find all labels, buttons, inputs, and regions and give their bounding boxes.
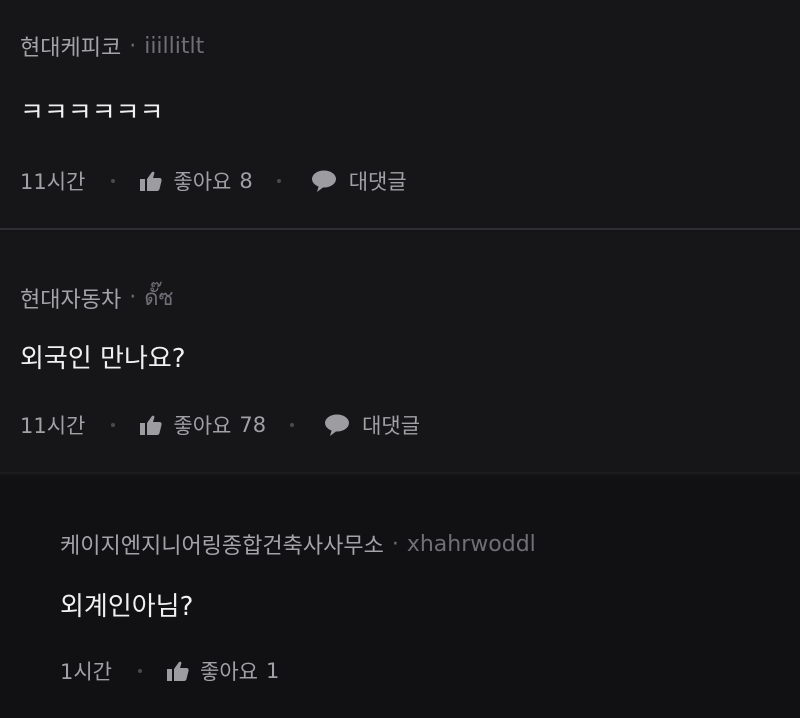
- action-separator-dot: [276, 179, 281, 183]
- speech-bubble-icon: [324, 413, 350, 437]
- comment-feed: 현대케피코 · iiillitlt ㅋㅋㅋㅋㅋㅋ 11시간 좋아요 8 대댓글: [0, 0, 800, 718]
- comment-actions: 1시간 좋아요 1: [60, 656, 279, 686]
- like-count: 8: [239, 169, 253, 193]
- comment-header: 케이지엔지니어링종합건축사사무소 · xhahrwoddl: [60, 528, 536, 560]
- comment-header: 현대자동차 · ดั๊ซ: [20, 280, 173, 315]
- like-button[interactable]: 좋아요 1: [166, 656, 279, 686]
- action-separator-dot: [111, 179, 116, 183]
- author-handle: ดั๊ซ: [144, 286, 174, 311]
- like-button[interactable]: 좋아요 8: [139, 166, 253, 196]
- meta-separator: ·: [129, 33, 137, 59]
- comment-item: 현대자동차 · ดั๊ซ 외국인 만나요? 11시간 좋아요 78 대댓글: [0, 232, 800, 474]
- reply-button[interactable]: 대댓글: [324, 410, 420, 440]
- thumbs-up-icon: [139, 170, 163, 192]
- comment-author[interactable]: 현대자동차: [20, 282, 121, 314]
- like-button[interactable]: 좋아요 78: [139, 410, 266, 440]
- comment-actions: 11시간 좋아요 8 대댓글: [20, 166, 407, 196]
- comment-text: 외계인아님?: [60, 592, 194, 622]
- meta-separator: ·: [391, 531, 399, 557]
- reply-item: 케이지엔지니어링종합건축사사무소 · xhahrwoddl 외계인아님? 1시간…: [0, 476, 800, 718]
- comment-author[interactable]: 케이지엔지니어링종합건축사사무소: [60, 528, 384, 560]
- like-label: 좋아요: [173, 170, 232, 194]
- action-separator-dot: [138, 669, 143, 673]
- comment-text: 외국인 만나요?: [20, 344, 186, 374]
- like-count: 78: [239, 413, 267, 437]
- like-label: 좋아요: [200, 660, 258, 684]
- author-handle: xhahrwoddl: [406, 531, 536, 557]
- comment-time: 1시간: [60, 660, 113, 684]
- like-count: 1: [265, 659, 280, 683]
- reply-button[interactable]: 대댓글: [311, 166, 407, 196]
- like-label: 좋아요: [173, 414, 232, 438]
- comment-item: 현대케피코 · iiillitlt ㅋㅋㅋㅋㅋㅋ 11시간 좋아요 8 대댓글: [0, 0, 800, 230]
- comment-time: 11시간: [20, 170, 86, 194]
- meta-separator: ·: [129, 285, 137, 310]
- comment-author[interactable]: 현대케피코: [20, 30, 121, 62]
- author-handle: iiillitlt: [144, 33, 205, 59]
- comment-time: 11시간: [20, 414, 86, 438]
- thumbs-up-icon: [139, 414, 163, 436]
- speech-bubble-icon: [311, 169, 337, 193]
- comment-header: 현대케피코 · iiillitlt: [20, 30, 204, 62]
- thumbs-up-icon: [166, 660, 190, 682]
- reply-label: 대댓글: [362, 414, 421, 438]
- comment-actions: 11시간 좋아요 78 대댓글: [20, 410, 420, 440]
- action-separator-dot: [290, 423, 295, 427]
- action-separator-dot: [111, 423, 116, 427]
- reply-label: 대댓글: [348, 170, 407, 194]
- comment-text: ㅋㅋㅋㅋㅋㅋ: [20, 98, 164, 128]
